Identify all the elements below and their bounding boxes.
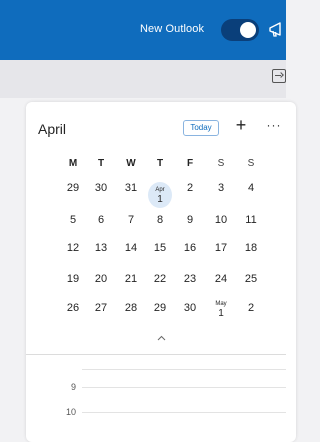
calendar-day[interactable]: 24 <box>209 273 233 285</box>
hour-label: 10 <box>65 407 76 417</box>
calendar-day[interactable]: 10 <box>209 214 233 226</box>
calendar-day[interactable]: 3 <box>209 182 233 194</box>
add-event-button[interactable]: + <box>234 116 248 134</box>
megaphone-icon[interactable] <box>268 20 288 40</box>
calendar-day[interactable]: 15 <box>148 242 172 254</box>
calendar-day[interactable]: 2 <box>239 302 263 314</box>
day-schedule <box>26 355 286 432</box>
chevron-up-icon[interactable] <box>157 334 166 343</box>
calendar-day[interactable]: 12 <box>61 242 85 254</box>
calendar-day[interactable]: 23 <box>178 273 202 285</box>
calendar-day[interactable]: 4 <box>239 182 263 194</box>
calendar-day[interactable]: 25 <box>239 273 263 285</box>
calendar-day[interactable]: 2 <box>178 182 202 194</box>
calendar-day[interactable]: 9 <box>178 214 202 226</box>
calendar-day[interactable]: 29 <box>148 302 172 314</box>
calendar-day[interactable]: 7 <box>119 214 143 226</box>
hour-label: 9 <box>70 382 76 392</box>
new-outlook-toggle[interactable] <box>221 19 259 41</box>
expand-panel-icon[interactable] <box>272 69 286 83</box>
month-title[interactable]: April <box>38 121 66 137</box>
calendar-day[interactable]: 6 <box>89 214 113 226</box>
calendar-day[interactable]: 22 <box>148 273 172 285</box>
new-outlook-label: New Outlook <box>140 23 205 35</box>
weekday-label: M <box>68 158 78 169</box>
calendar-day[interactable]: 31 <box>119 182 143 194</box>
toggle-knob <box>240 22 256 38</box>
calendar-day[interactable]: 26 <box>61 302 85 314</box>
weekday-label: S <box>247 158 255 169</box>
calendar-day[interactable]: 11 <box>239 214 263 226</box>
calendar-day[interactable]: 29 <box>61 182 85 194</box>
calendar-day[interactable]: 30 <box>178 302 202 314</box>
calendar-day[interactable]: 20 <box>89 273 113 285</box>
top-bar: New Outlook <box>0 0 286 60</box>
weekday-label: T <box>156 158 164 169</box>
hour-gridline <box>82 412 286 413</box>
weekday-label: W <box>126 158 136 169</box>
hour-gridline <box>82 387 286 388</box>
calendar-day-selected[interactable]: Apr 1 <box>148 182 172 208</box>
calendar-day[interactable]: 16 <box>178 242 202 254</box>
calendar-day[interactable]: 18 <box>239 242 263 254</box>
weekday-label: T <box>97 158 105 169</box>
calendar-day[interactable]: 28 <box>119 302 143 314</box>
calendar-day[interactable]: 13 <box>89 242 113 254</box>
calendar-day[interactable]: May 1 <box>209 301 233 319</box>
toolbar <box>0 60 286 98</box>
weekday-label: S <box>217 158 225 169</box>
hour-gridline <box>82 369 286 370</box>
calendar-day[interactable]: 8 <box>148 214 172 226</box>
calendar-day[interactable]: 19 <box>61 273 85 285</box>
more-options-button[interactable]: ··· <box>266 116 282 134</box>
calendar-day[interactable]: 27 <box>89 302 113 314</box>
calendar-day[interactable]: 5 <box>61 214 85 226</box>
calendar-day[interactable]: 17 <box>209 242 233 254</box>
calendar-day[interactable]: 30 <box>89 182 113 194</box>
today-button[interactable]: Today <box>183 120 219 136</box>
calendar-day[interactable]: 21 <box>119 273 143 285</box>
weekday-label: F <box>186 158 194 169</box>
calendar-day[interactable]: 14 <box>119 242 143 254</box>
